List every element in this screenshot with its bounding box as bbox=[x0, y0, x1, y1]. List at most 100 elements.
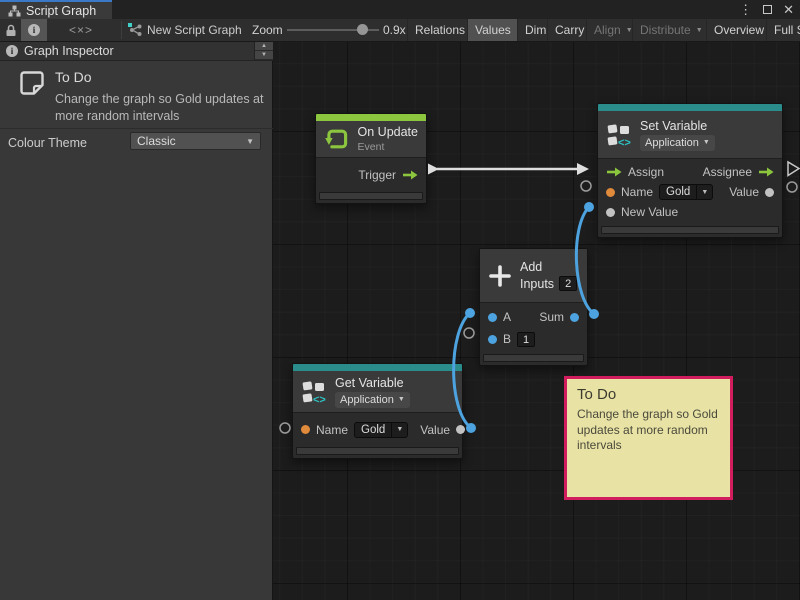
distribute-dropdown[interactable]: Distribute ▼ bbox=[632, 19, 710, 41]
inspector-toggle-button[interactable]: i bbox=[21, 19, 47, 41]
port-assign-label: Assign bbox=[628, 165, 664, 179]
port-name-label: Name bbox=[621, 185, 653, 199]
node-footer bbox=[483, 354, 584, 362]
on-update-loop-icon bbox=[324, 126, 350, 152]
toolbar: i <×> New Script Graph Zoom 0.9x Relatio… bbox=[0, 19, 800, 42]
port-value-label: Value bbox=[729, 185, 759, 199]
port-sum-label: Sum bbox=[539, 310, 564, 324]
colour-theme-select[interactable]: Classic ▼ bbox=[130, 132, 261, 150]
inspector-note-title: To Do bbox=[55, 69, 92, 85]
graph-canvas[interactable]: On Update Event Trigger <> bbox=[273, 42, 800, 600]
variable-name-select[interactable]: Gold ▼ bbox=[659, 184, 713, 200]
new-value-input-port[interactable] bbox=[606, 208, 615, 217]
sum-output-port[interactable] bbox=[570, 313, 579, 322]
graph-inspector-panel: i Graph Inspector ▲ ▼ To Do Change the g… bbox=[0, 42, 273, 600]
chevron-down-icon: ▼ bbox=[246, 137, 254, 146]
panel-title: Graph Inspector bbox=[24, 44, 247, 58]
sticky-note-title: To Do bbox=[577, 386, 720, 403]
variable-name-select[interactable]: Gold ▼ bbox=[354, 422, 408, 438]
code-icon: <×> bbox=[69, 23, 93, 37]
window-menu-icon[interactable]: ⋮ bbox=[739, 0, 752, 19]
proxy-port-circle[interactable] bbox=[464, 328, 474, 338]
flow-output-port[interactable] bbox=[402, 170, 418, 180]
title-bar: Script Graph ⋮ ✕ bbox=[0, 0, 800, 19]
node-footer bbox=[601, 226, 779, 234]
chevron-down-icon: ▼ bbox=[391, 423, 407, 437]
inputs-count-field[interactable]: 2 bbox=[559, 276, 577, 291]
colour-theme-label: Colour Theme bbox=[8, 136, 87, 150]
info-icon: i bbox=[28, 24, 40, 36]
name-input-port[interactable] bbox=[301, 425, 310, 434]
proxy-port-circle[interactable] bbox=[581, 181, 591, 191]
node-footer bbox=[319, 192, 423, 200]
zoom-slider-handle[interactable] bbox=[357, 24, 368, 35]
port-b-label: B bbox=[503, 332, 511, 346]
chevron-down-icon: ▼ bbox=[398, 396, 405, 403]
lock-button[interactable] bbox=[0, 19, 21, 41]
divider bbox=[0, 128, 273, 129]
info-icon: i bbox=[6, 45, 18, 57]
relations-button[interactable]: Relations bbox=[407, 19, 472, 41]
b-input-port[interactable] bbox=[488, 335, 497, 344]
window-maximize-icon[interactable] bbox=[763, 5, 772, 14]
port-assignee-label: Assignee bbox=[703, 165, 752, 179]
window-close-icon[interactable]: ✕ bbox=[783, 0, 794, 19]
node-accent-bar bbox=[316, 114, 426, 121]
graph-title[interactable]: New Script Graph bbox=[147, 23, 242, 37]
tab-script-graph[interactable]: Script Graph bbox=[0, 0, 112, 19]
node-footer bbox=[296, 447, 459, 455]
script-graph-icon bbox=[128, 23, 143, 37]
svg-text:<>: <> bbox=[618, 137, 631, 148]
flow-input-port[interactable] bbox=[606, 167, 622, 177]
port-value-label: Value bbox=[420, 423, 450, 437]
node-add[interactable]: Add Inputs 2 A Sum B 1 bbox=[479, 248, 588, 366]
variables-icon: <> bbox=[301, 379, 327, 405]
variable-scope-select[interactable]: Application ▼ bbox=[640, 135, 715, 151]
sticky-note-icon bbox=[17, 68, 47, 98]
name-input-port[interactable] bbox=[606, 188, 615, 197]
node-title: On Update bbox=[358, 125, 418, 139]
flow-output-port[interactable] bbox=[758, 167, 774, 177]
values-button[interactable]: Values bbox=[467, 19, 518, 41]
b-value-field[interactable]: 1 bbox=[517, 332, 535, 347]
port-new-value-label: New Value bbox=[621, 205, 678, 219]
node-get-variable[interactable]: <> Get Variable Application ▼ Name Gold … bbox=[292, 363, 463, 459]
spinner-down-icon[interactable]: ▼ bbox=[255, 51, 273, 60]
variable-scope-select[interactable]: Application ▼ bbox=[335, 392, 410, 408]
carry-button[interactable]: Carry bbox=[547, 19, 591, 41]
value-output-port[interactable] bbox=[765, 188, 774, 197]
node-title: Set Variable bbox=[640, 119, 715, 133]
proxy-flow-triangle[interactable] bbox=[788, 162, 799, 176]
svg-text:<>: <> bbox=[313, 394, 326, 405]
lock-icon bbox=[5, 24, 17, 37]
node-accent-bar bbox=[293, 364, 462, 371]
chevron-down-icon: ▼ bbox=[696, 27, 703, 34]
port-trigger-label: Trigger bbox=[358, 168, 396, 182]
graph-inspector-header: i Graph Inspector bbox=[0, 42, 273, 61]
a-input-port[interactable] bbox=[488, 313, 497, 322]
node-set-variable[interactable]: <> Set Variable Application ▼ Assign Ass… bbox=[597, 103, 783, 238]
variables-icon: <> bbox=[606, 122, 632, 148]
sticky-note-body: Change the graph so Gold updates at more… bbox=[577, 407, 729, 454]
node-on-update[interactable]: On Update Event Trigger bbox=[315, 113, 427, 204]
chevron-down-icon: ▼ bbox=[703, 139, 710, 146]
zoom-label: Zoom bbox=[252, 23, 283, 37]
spinner-up-icon[interactable]: ▲ bbox=[255, 42, 273, 51]
port-name-label: Name bbox=[316, 423, 348, 437]
proxy-port-circle[interactable] bbox=[280, 423, 290, 433]
connection-trigger-to-assign[interactable] bbox=[428, 163, 589, 175]
panel-spinners: ▲ ▼ bbox=[254, 42, 272, 61]
inspector-note-body: Change the graph so Gold updates at more… bbox=[55, 91, 269, 125]
toolbar-divider bbox=[121, 21, 122, 39]
node-title: Get Variable bbox=[335, 376, 410, 390]
value-output-port[interactable] bbox=[456, 425, 465, 434]
inputs-label: Inputs bbox=[520, 277, 554, 291]
plus-icon bbox=[488, 264, 512, 288]
proxy-port-circle[interactable] bbox=[787, 182, 797, 192]
code-preview-button[interactable]: <×> bbox=[60, 19, 102, 41]
node-title: Add bbox=[520, 260, 577, 274]
fullscreen-button[interactable]: Full Screen bbox=[766, 19, 800, 41]
chevron-down-icon: ▼ bbox=[696, 185, 712, 199]
overview-button[interactable]: Overview bbox=[706, 19, 771, 41]
sticky-note[interactable]: To Do Change the graph so Gold updates a… bbox=[564, 376, 733, 500]
